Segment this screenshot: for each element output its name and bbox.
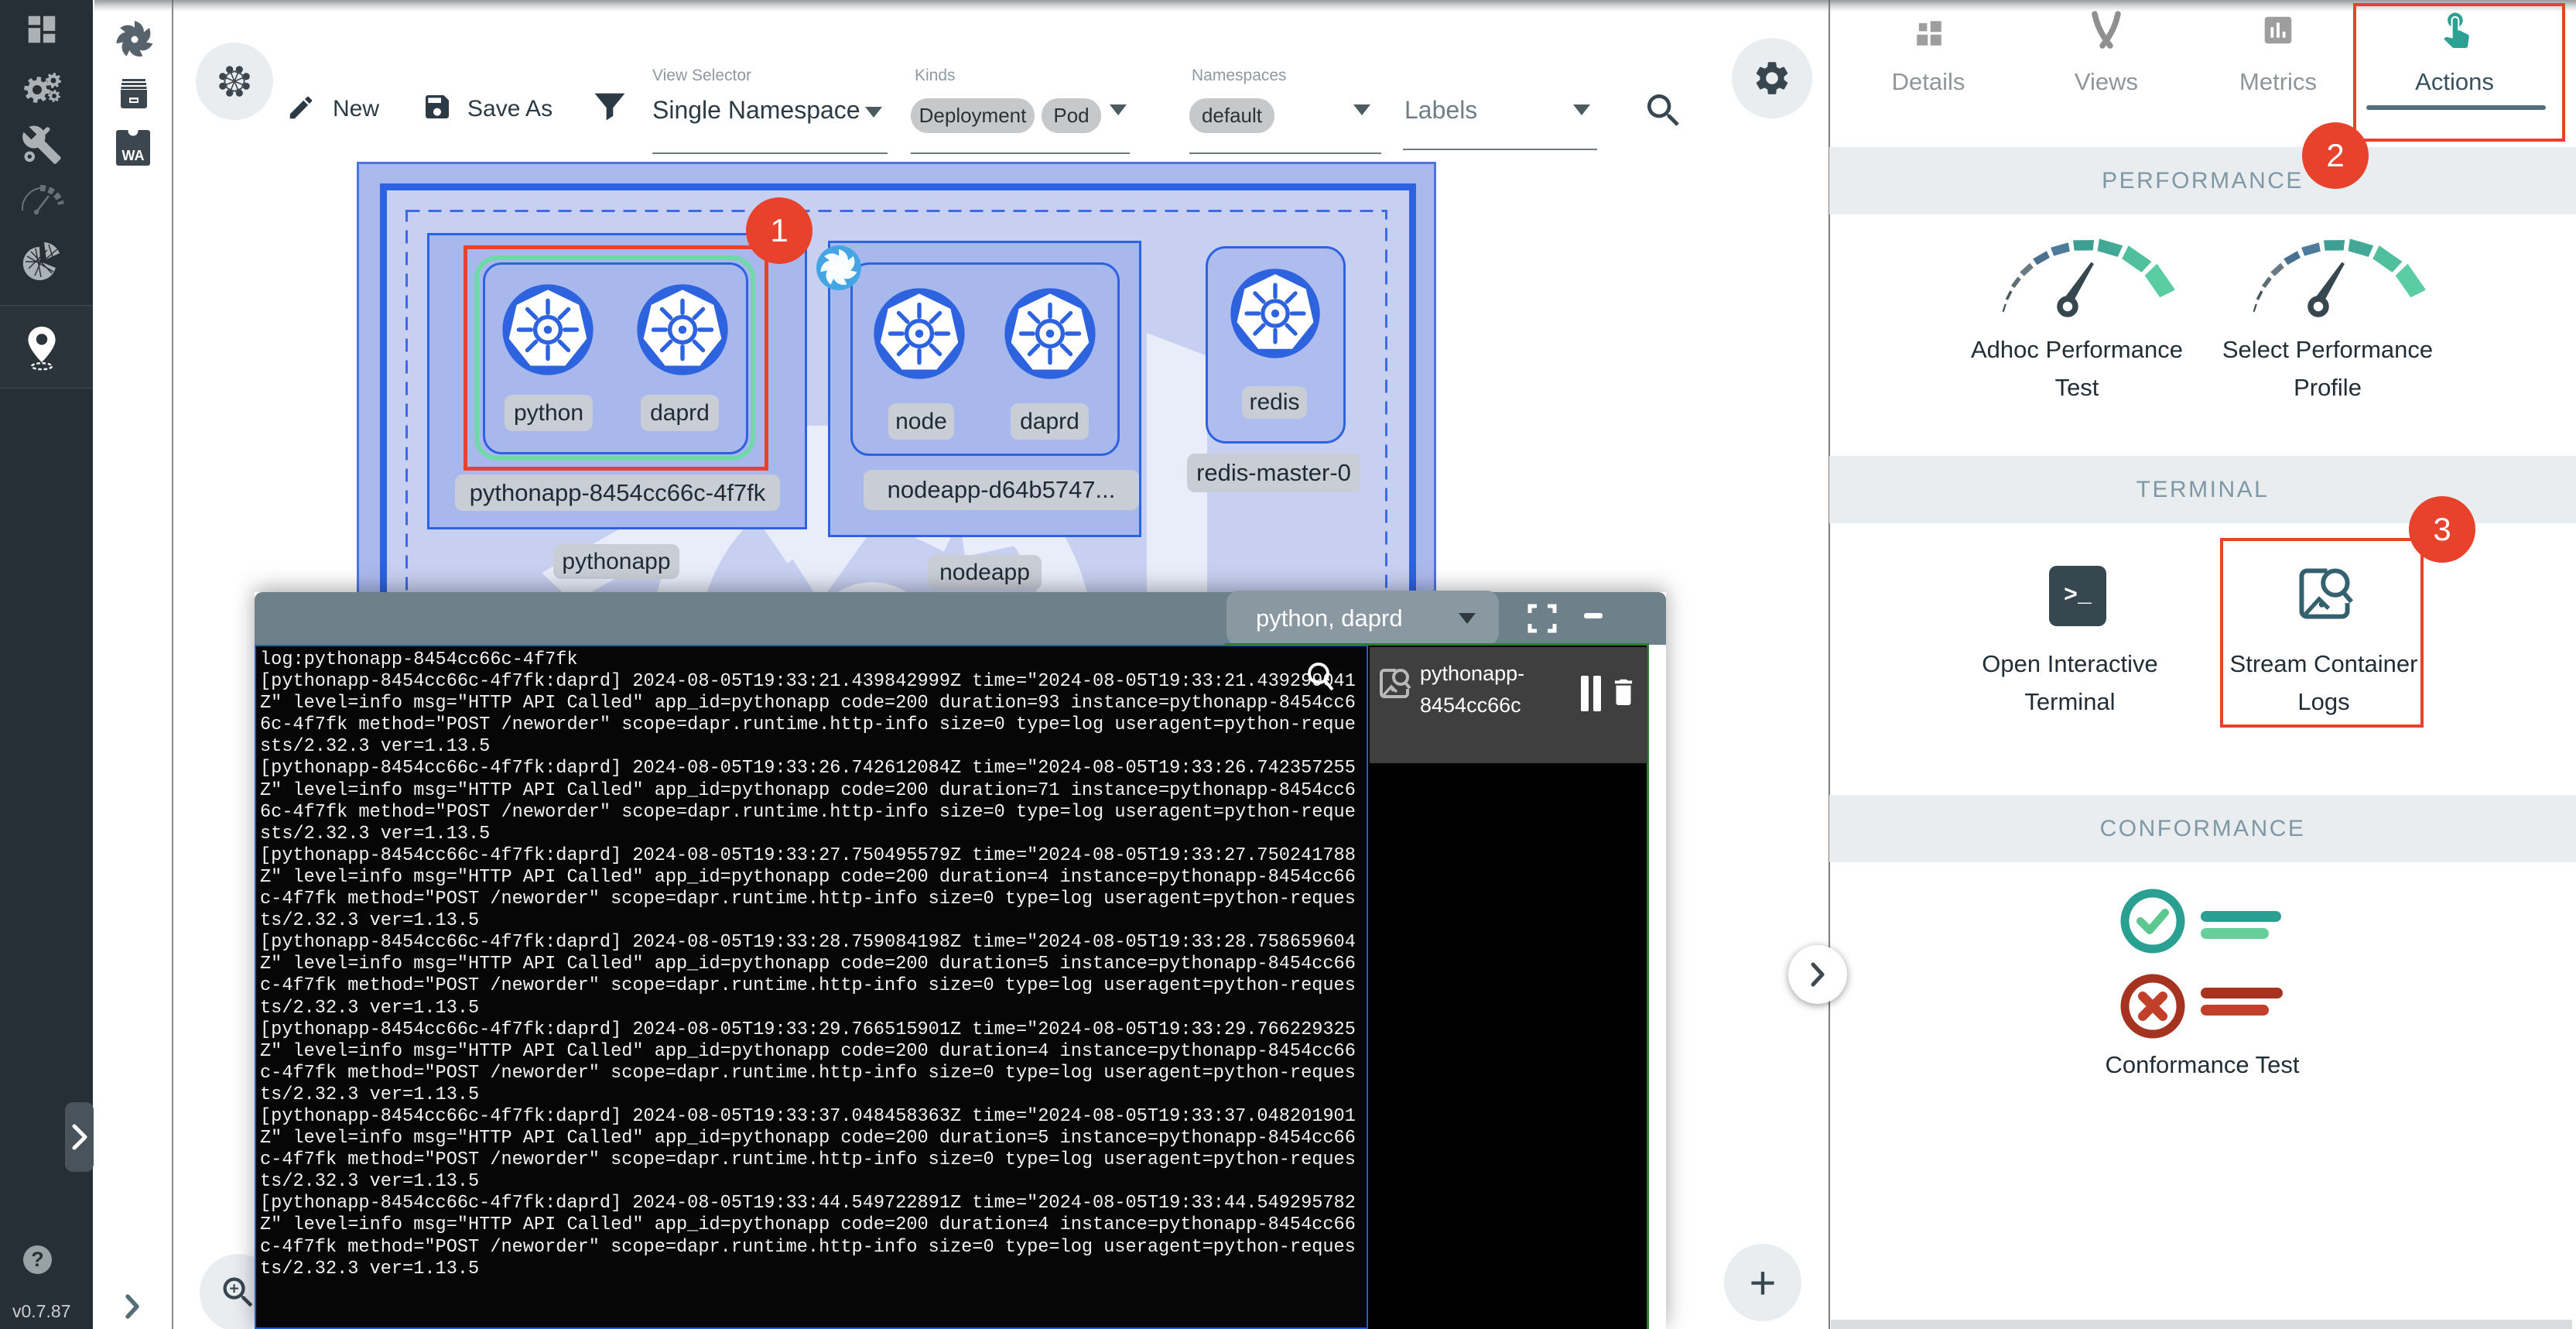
svg-text:WA: WA [122,148,145,163]
